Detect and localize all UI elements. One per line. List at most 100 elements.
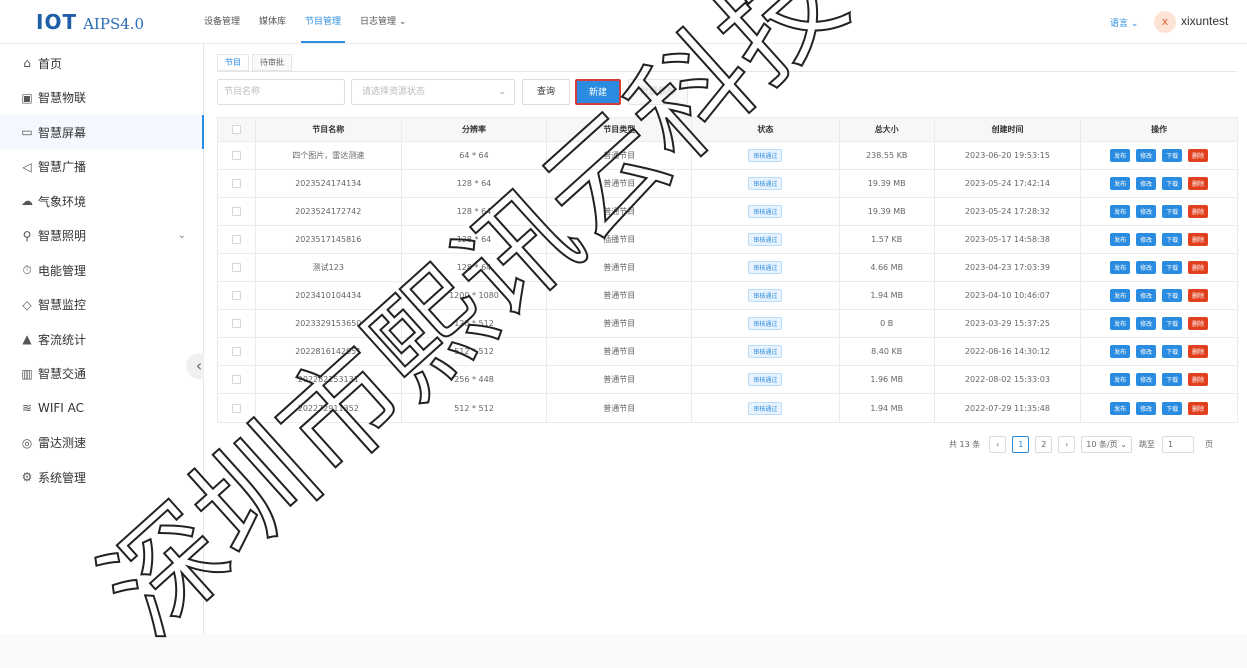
row-checkbox[interactable] — [231, 179, 241, 188]
row-actions: 发布 修改 下载 删除 — [1081, 142, 1237, 169]
edit-button[interactable]: 修改 — [1136, 233, 1157, 246]
download-button[interactable]: 下载 — [1162, 401, 1183, 415]
nav-item-2[interactable]: 节目管理 — [301, 0, 346, 44]
delete-button[interactable]: 删除 — [1188, 233, 1209, 246]
sidebar-item-3[interactable]: ◁ 智慧广播 — [0, 150, 204, 184]
table-cell: 2023524174134 — [256, 170, 402, 197]
batch-delete-button[interactable]: 批量删除 — [628, 79, 688, 105]
language-select[interactable]: 语言 ⌄ — [1110, 16, 1138, 29]
page-2-button[interactable]: 2 — [1035, 436, 1053, 453]
status-badge: 审核通过 — [748, 289, 783, 302]
edit-button[interactable]: 修改 — [1136, 205, 1157, 218]
download-button[interactable]: 下载 — [1162, 261, 1183, 274]
delete-button[interactable]: 删除 — [1188, 261, 1209, 274]
tab-program[interactable]: 节目 — [217, 54, 249, 71]
table-cell: 238.55 KB — [840, 142, 935, 169]
publish-button[interactable]: 发布 — [1110, 289, 1131, 302]
download-button[interactable]: 下载 — [1162, 317, 1183, 330]
sidebar-item-7[interactable]: ◇ 智慧监控 — [0, 288, 204, 322]
edit-button[interactable]: 修改 — [1136, 401, 1157, 415]
table-cell: 2023-04-23 17:03:39 — [935, 254, 1082, 281]
table-cell: 128 * 64 — [402, 198, 548, 225]
row-checkbox[interactable] — [231, 375, 241, 384]
sidebar-item-4[interactable]: ☁ 气象环境 — [0, 184, 204, 218]
page-size-select[interactable]: 10 条/页 ⌄ — [1081, 436, 1132, 453]
download-button[interactable]: 下载 — [1162, 233, 1183, 246]
column-header: 总大小 — [840, 118, 935, 141]
row-checkbox[interactable] — [231, 347, 241, 356]
row-checkbox[interactable] — [231, 263, 241, 272]
sidebar-item-8[interactable]: ▲ 客流统计 — [0, 322, 204, 356]
sidebar-item-6[interactable]: ⏱ 电能管理 — [0, 253, 204, 287]
nav-item-0[interactable]: 设备管理 — [204, 0, 240, 44]
edit-button[interactable]: 修改 — [1136, 289, 1157, 302]
table-cell: 1200 * 1080 — [402, 282, 548, 309]
row-checkbox[interactable] — [231, 151, 241, 160]
publish-button[interactable]: 发布 — [1110, 149, 1131, 162]
page-1-button[interactable]: 1 — [1012, 436, 1030, 453]
sidebar-item-label: 智慧广播 — [38, 160, 87, 174]
delete-button[interactable]: 删除 — [1188, 205, 1209, 218]
sidebar-item-9[interactable]: ▥ 智慧交通 — [0, 357, 204, 391]
table-cell: 2023-05-17 14:58:38 — [935, 226, 1082, 253]
status-select[interactable]: 请选择资源状态 ⌄ — [351, 79, 515, 105]
delete-button[interactable]: 删除 — [1188, 149, 1209, 162]
prev-page-button[interactable]: ‹ — [989, 436, 1007, 453]
edit-button[interactable]: 修改 — [1136, 345, 1157, 358]
edit-button[interactable]: 修改 — [1136, 373, 1157, 386]
row-checkbox[interactable] — [231, 319, 241, 328]
table-cell: 2023-05-24 17:42:14 — [935, 170, 1082, 197]
edit-button[interactable]: 修改 — [1136, 149, 1157, 162]
goto-page-input[interactable]: 1 — [1161, 436, 1194, 453]
delete-button[interactable]: 删除 — [1188, 177, 1209, 190]
program-name-input[interactable]: 节目名称 — [217, 79, 345, 105]
nav-item-1[interactable]: 媒体库 — [259, 0, 286, 44]
row-checkbox[interactable] — [231, 291, 241, 300]
select-all-checkbox[interactable] — [231, 125, 241, 134]
total-count: 共 13 条 — [949, 440, 981, 449]
new-button[interactable]: 新建 — [575, 79, 621, 105]
sidebar: ⚙ 系统管理 ◎ 雷达测速 ≋ WIFI AC ▥ 智慧交通 ▲ 客流统计 ◇ 智慧监控 ⏱ 电能管理 ⚲ 智… — [0, 44, 212, 634]
avatar[interactable]: x — [1154, 11, 1176, 33]
download-button[interactable]: 下载 — [1162, 149, 1183, 162]
publish-button[interactable]: 发布 — [1110, 401, 1131, 415]
table-cell: 2022816142951 — [256, 338, 402, 365]
download-button[interactable]: 下载 — [1162, 205, 1183, 218]
nav-item-3[interactable]: 日志管理 ⌄ — [360, 0, 406, 44]
delete-button[interactable]: 删除 — [1188, 289, 1209, 302]
sidebar-item-10[interactable]: ≋ WIFI AC — [0, 391, 204, 425]
publish-button[interactable]: 发布 — [1110, 261, 1131, 274]
delete-button[interactable]: 删除 — [1188, 401, 1209, 415]
tab-divider — [217, 71, 1237, 72]
row-checkbox[interactable] — [231, 207, 241, 216]
publish-button[interactable]: 发布 — [1110, 373, 1131, 386]
settings-icon: ⚙ — [21, 470, 33, 484]
username[interactable]: xixuntest — [1181, 14, 1228, 28]
publish-button[interactable]: 发布 — [1110, 317, 1131, 330]
sidebar-item-11[interactable]: ◎ 雷达测速 — [0, 426, 204, 460]
delete-button[interactable]: 删除 — [1188, 373, 1209, 386]
delete-button[interactable]: 删除 — [1188, 345, 1209, 358]
edit-button[interactable]: 修改 — [1136, 177, 1157, 190]
publish-button[interactable]: 发布 — [1110, 233, 1131, 246]
query-button[interactable]: 查询 — [522, 79, 570, 105]
sidebar-item-12[interactable]: ⚙ 系统管理 — [0, 460, 204, 494]
sidebar-item-2[interactable]: ▭ 智慧屏幕 — [0, 115, 204, 149]
download-button[interactable]: 下载 — [1162, 177, 1183, 190]
publish-button[interactable]: 发布 — [1110, 177, 1131, 190]
download-button[interactable]: 下载 — [1162, 289, 1183, 302]
download-button[interactable]: 下载 — [1162, 345, 1183, 358]
sidebar-item-5[interactable]: ⚲ 智慧照明 ⌄ — [0, 219, 204, 253]
row-checkbox[interactable] — [231, 403, 241, 413]
download-button[interactable]: 下载 — [1162, 373, 1183, 386]
publish-button[interactable]: 发布 — [1110, 345, 1131, 358]
edit-button[interactable]: 修改 — [1136, 317, 1157, 330]
row-checkbox[interactable] — [231, 235, 241, 244]
edit-button[interactable]: 修改 — [1136, 261, 1157, 274]
delete-button[interactable]: 删除 — [1188, 317, 1209, 330]
sidebar-item-1[interactable]: ▣ 智慧物联 — [0, 81, 204, 115]
tab-pending-approval[interactable]: 待审批 — [252, 54, 292, 71]
publish-button[interactable]: 发布 — [1110, 205, 1131, 218]
next-page-button[interactable]: › — [1058, 436, 1076, 453]
sidebar-item-0[interactable]: ⌂ 首页 — [0, 46, 204, 80]
